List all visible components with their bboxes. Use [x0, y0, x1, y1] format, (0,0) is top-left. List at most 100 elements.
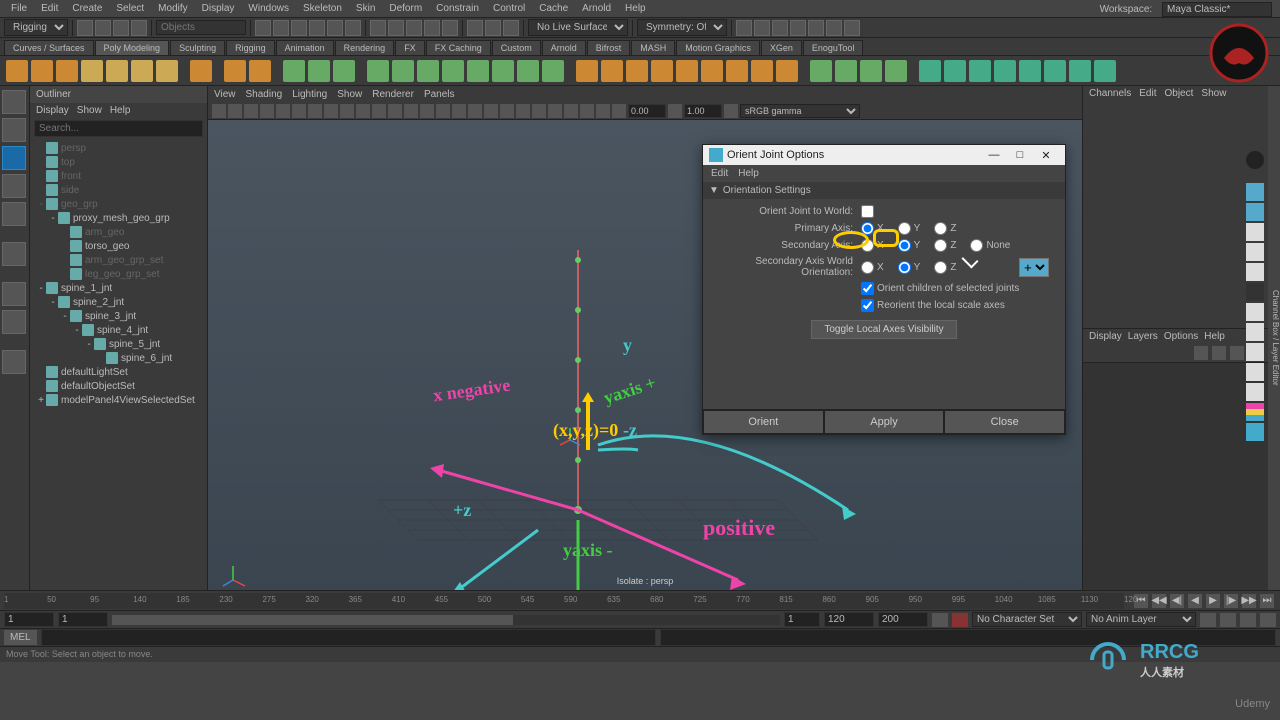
viewport-menu-item[interactable]: Panels: [424, 89, 455, 100]
dialog-titlebar[interactable]: Orient Joint Options — □ ✕: [703, 145, 1065, 165]
orient-children-check[interactable]: Orient children of selected joints: [861, 282, 1019, 295]
undo-icon[interactable]: [1246, 303, 1264, 321]
channelbox-menu-item[interactable]: Channels: [1089, 88, 1131, 99]
shelf-button[interactable]: [131, 60, 153, 82]
tool-icon[interactable]: [424, 20, 440, 36]
vp-icon[interactable]: [452, 104, 466, 118]
range-end-cur[interactable]: [824, 612, 874, 627]
outliner-node[interactable]: side: [30, 183, 207, 197]
vp-icon[interactable]: [260, 104, 274, 118]
outliner-node[interactable]: arm_geo_grp_set: [30, 253, 207, 267]
vp-icon[interactable]: [244, 104, 258, 118]
shelf-button[interactable]: [676, 60, 698, 82]
dot-icon[interactable]: [1246, 283, 1264, 301]
shelf-button[interactable]: [31, 60, 53, 82]
rotate-tool[interactable]: [2, 174, 26, 198]
menu-skeleton[interactable]: Skeleton: [296, 1, 349, 16]
vp-icon[interactable]: [668, 104, 682, 118]
shelf-button[interactable]: [56, 60, 78, 82]
menu-arnold[interactable]: Arnold: [575, 1, 618, 16]
shelf-button[interactable]: [651, 60, 673, 82]
go-end-button[interactable]: ⏭: [1260, 594, 1274, 608]
tool-button[interactable]: [2, 242, 26, 266]
tool-icon[interactable]: [77, 20, 93, 36]
viewport-menu-item[interactable]: Show: [337, 89, 362, 100]
shelf-button[interactable]: [885, 60, 907, 82]
tool-icon[interactable]: [406, 20, 422, 36]
shelf-tab[interactable]: EnoguTool: [803, 40, 864, 55]
menu-display[interactable]: Display: [195, 1, 242, 16]
menu-windows[interactable]: Windows: [241, 1, 296, 16]
vp-icon[interactable]: [372, 104, 386, 118]
pencil-icon[interactable]: [1246, 223, 1264, 241]
symmetry-select[interactable]: Symmetry: Off: [637, 19, 727, 36]
timeline[interactable]: 1509514018523027532036541045550054559063…: [0, 590, 1280, 610]
layer-icon[interactable]: [1194, 346, 1208, 360]
viewport-menu-item[interactable]: Shading: [246, 89, 283, 100]
shelf-tab[interactable]: MASH: [631, 40, 675, 55]
tool-icon[interactable]: [255, 20, 271, 36]
maximize-button[interactable]: □: [1007, 149, 1033, 161]
tool-icon[interactable]: [388, 20, 404, 36]
tool-icon[interactable]: [95, 20, 111, 36]
tool-icon[interactable]: [442, 20, 458, 36]
object-search[interactable]: [156, 20, 246, 35]
shelf-tab[interactable]: Motion Graphics: [676, 40, 760, 55]
shelf-tab[interactable]: Rendering: [335, 40, 395, 55]
play-back-button[interactable]: ◀: [1188, 594, 1202, 608]
secondary-x[interactable]: X: [861, 239, 884, 252]
outliner-node[interactable]: -spine_4_jnt: [30, 323, 207, 337]
vp-icon[interactable]: [212, 104, 226, 118]
menu-constrain[interactable]: Constrain: [429, 1, 486, 16]
shelf-button[interactable]: [81, 60, 103, 82]
step-back-button[interactable]: ◀◀: [1152, 594, 1166, 608]
vp-icon[interactable]: [500, 104, 514, 118]
shelf-button[interactable]: [994, 60, 1016, 82]
channelbox-menu-item[interactable]: Edit: [1139, 88, 1156, 99]
shelf-button[interactable]: [367, 60, 389, 82]
tool-icon[interactable]: [327, 20, 343, 36]
vp-icon[interactable]: [532, 104, 546, 118]
shelf-button[interactable]: [601, 60, 623, 82]
workspace-selector[interactable]: Workspace:: [1093, 2, 1272, 17]
vp-icon[interactable]: [548, 104, 562, 118]
shelf-button[interactable]: [156, 60, 178, 82]
sw-dir-select[interactable]: +: [1019, 258, 1049, 277]
shelf-button[interactable]: [835, 60, 857, 82]
script-lang[interactable]: MEL: [4, 630, 37, 645]
layers-menu-item[interactable]: Options: [1164, 331, 1198, 342]
range-start-cur[interactable]: [58, 612, 108, 627]
tool-icon[interactable]: [826, 20, 842, 36]
shelf-button[interactable]: [751, 60, 773, 82]
shelf-button[interactable]: [392, 60, 414, 82]
key-icon[interactable]: [952, 613, 968, 627]
shelf-tab[interactable]: Sculpting: [170, 40, 225, 55]
secondary-y[interactable]: Y: [898, 239, 921, 252]
vp-icon[interactable]: [564, 104, 578, 118]
outliner-node[interactable]: -spine_3_jnt: [30, 309, 207, 323]
vp-icon[interactable]: [596, 104, 610, 118]
tool-icon[interactable]: [345, 20, 361, 36]
shelf-tab[interactable]: Custom: [492, 40, 541, 55]
shelf-button[interactable]: [810, 60, 832, 82]
outliner-node[interactable]: arm_geo: [30, 225, 207, 239]
move-tool[interactable]: [2, 146, 26, 170]
menu-edit[interactable]: Edit: [34, 1, 65, 16]
outliner-node[interactable]: top: [30, 155, 207, 169]
anim-layer-select[interactable]: No Anim Layer: [1086, 612, 1196, 627]
lasso-tool[interactable]: [2, 118, 26, 142]
tool-icon[interactable]: [273, 20, 289, 36]
tool-icon[interactable]: [844, 20, 860, 36]
timeline-ruler[interactable]: 1509514018523027532036541045550054559063…: [4, 593, 1124, 609]
apply-button[interactable]: Apply: [824, 410, 945, 434]
sw-y[interactable]: Y: [898, 261, 921, 274]
shelf-button[interactable]: [919, 60, 941, 82]
outliner-search[interactable]: [34, 120, 203, 137]
outliner-node[interactable]: defaultObjectSet: [30, 379, 207, 393]
outliner-node[interactable]: -geo_grp: [30, 197, 207, 211]
shelf-button[interactable]: [576, 60, 598, 82]
shelf-button[interactable]: [1069, 60, 1091, 82]
tool-icon[interactable]: [736, 20, 752, 36]
outliner-menu-item[interactable]: Help: [110, 105, 131, 116]
shelf-button[interactable]: [542, 60, 564, 82]
